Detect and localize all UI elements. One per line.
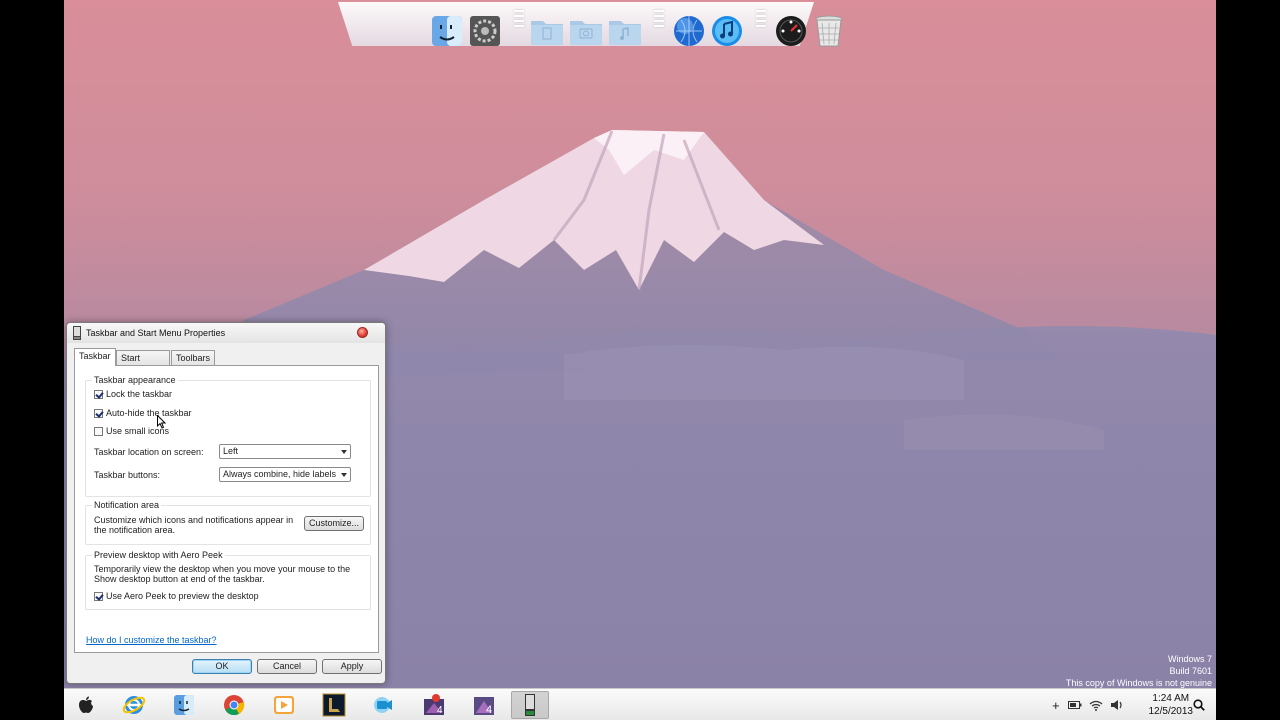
taskbar-appearance-group: Taskbar appearance Lock the taskbar Auto… xyxy=(85,375,371,497)
tab-start-menu[interactable]: Start Menu xyxy=(116,350,170,377)
group-title: Taskbar appearance xyxy=(92,375,178,385)
taskbar: 4 4 + 1:24 AM 12/5/2013 xyxy=(64,688,1216,720)
chevron-down-icon xyxy=(341,450,347,454)
tab-panel: Taskbar appearance Lock the taskbar Auto… xyxy=(74,365,379,653)
system-tray: + xyxy=(1052,689,1124,720)
location-value: Left xyxy=(223,446,239,456)
ok-button[interactable]: OK xyxy=(192,659,252,674)
checkbox-box[interactable] xyxy=(94,426,103,436)
cancel-button[interactable]: Cancel xyxy=(257,659,317,674)
clock[interactable]: 1:24 AM 12/5/2013 xyxy=(1149,692,1194,718)
internet-explorer-icon[interactable] xyxy=(116,691,152,719)
group-title: Preview desktop with Aero Peek xyxy=(92,550,225,560)
customize-button[interactable]: Customize... xyxy=(304,516,364,531)
buttons-label: Taskbar buttons: xyxy=(94,470,161,480)
aero-peek-description: Temporarily view the desktop when you mo… xyxy=(94,564,351,584)
dashboard-icon[interactable] xyxy=(774,14,808,48)
taskbar-properties-dialog: Taskbar and Start Menu Properties Taskba… xyxy=(66,322,386,684)
checkbox-label: Use Aero Peek to preview the desktop xyxy=(106,591,259,601)
app-4b-icon[interactable]: 4 xyxy=(466,691,502,719)
search-tray xyxy=(1193,689,1205,720)
music-folder-icon[interactable] xyxy=(608,14,642,48)
notification-description: Customize which icons and notifications … xyxy=(94,515,294,535)
buttons-value: Always combine, hide labels xyxy=(223,469,337,479)
mouse-cursor-icon xyxy=(157,414,167,431)
battery-icon[interactable] xyxy=(1067,700,1082,710)
dock-separator xyxy=(756,10,766,40)
buttons-dropdown[interactable]: Always combine, hide labels xyxy=(219,467,351,482)
finder-icon[interactable] xyxy=(166,691,202,719)
tab-toolbars[interactable]: Toolbars xyxy=(171,350,215,365)
tab-taskbar[interactable]: Taskbar xyxy=(74,348,116,366)
checkbox-box[interactable] xyxy=(94,408,103,418)
title-bar[interactable]: Taskbar and Start Menu Properties xyxy=(67,323,385,343)
aero-peek-checkbox[interactable]: Use Aero Peek to preview the desktop xyxy=(94,591,259,601)
pictures-folder-icon[interactable] xyxy=(569,14,603,48)
system-preferences-icon[interactable] xyxy=(468,14,502,48)
letterbox-left xyxy=(0,0,64,720)
league-of-legends-icon[interactable] xyxy=(316,691,352,719)
close-button[interactable] xyxy=(357,327,368,338)
checkbox-box[interactable] xyxy=(94,389,103,399)
svg-text:4: 4 xyxy=(437,705,443,716)
help-link[interactable]: How do I customize the taskbar? xyxy=(86,635,217,645)
autohide-taskbar-checkbox[interactable]: Auto-hide the taskbar xyxy=(94,408,192,418)
checkbox-box[interactable] xyxy=(94,591,103,601)
trash-icon[interactable] xyxy=(812,14,846,48)
chrome-icon[interactable] xyxy=(216,691,252,719)
location-dropdown[interactable]: Left xyxy=(219,444,351,459)
wifi-icon[interactable] xyxy=(1089,700,1103,711)
volume-icon[interactable] xyxy=(1110,699,1124,711)
checkbox-label: Auto-hide the taskbar xyxy=(106,408,192,418)
letterbox-right xyxy=(1216,0,1280,720)
taskbar-properties-icon xyxy=(71,326,83,340)
search-icon[interactable] xyxy=(1193,699,1205,711)
globe-icon[interactable] xyxy=(672,14,706,48)
svg-text:4: 4 xyxy=(486,704,492,716)
apple-icon[interactable] xyxy=(68,691,104,719)
clock-time: 1:24 AM xyxy=(1152,693,1190,704)
watermark-line-1: Windows 7 xyxy=(1167,654,1212,664)
dialog-title: Taskbar and Start Menu Properties xyxy=(86,328,226,338)
plus-icon[interactable]: + xyxy=(1052,698,1060,713)
watermark-line-2: Build 7601 xyxy=(1169,666,1212,676)
windows-watermark: Windows 7 Build 7601 This copy of Window… xyxy=(1066,653,1212,689)
app-4-icon[interactable]: 4 xyxy=(416,691,452,719)
facetime-icon[interactable] xyxy=(366,691,402,719)
taskbar-properties-icon[interactable] xyxy=(511,691,549,719)
clock-date: 12/5/2013 xyxy=(1148,706,1194,717)
notification-area-group: Notification area Customize which icons … xyxy=(85,500,371,545)
lock-taskbar-checkbox[interactable]: Lock the taskbar xyxy=(94,389,172,399)
location-label: Taskbar location on screen: xyxy=(94,447,204,457)
group-title: Notification area xyxy=(92,500,162,510)
finder-icon[interactable] xyxy=(430,14,464,48)
media-player-icon[interactable] xyxy=(266,691,302,719)
apply-button[interactable]: Apply xyxy=(322,659,382,674)
itunes-icon[interactable] xyxy=(710,14,744,48)
dock-separator xyxy=(514,10,524,40)
chevron-down-icon xyxy=(341,473,347,477)
documents-folder-icon[interactable] xyxy=(530,14,564,48)
checkbox-label: Lock the taskbar xyxy=(106,389,173,399)
top-dock xyxy=(338,2,843,48)
dock-separator xyxy=(654,10,664,40)
aero-peek-group: Preview desktop with Aero Peek Temporari… xyxy=(85,550,371,610)
